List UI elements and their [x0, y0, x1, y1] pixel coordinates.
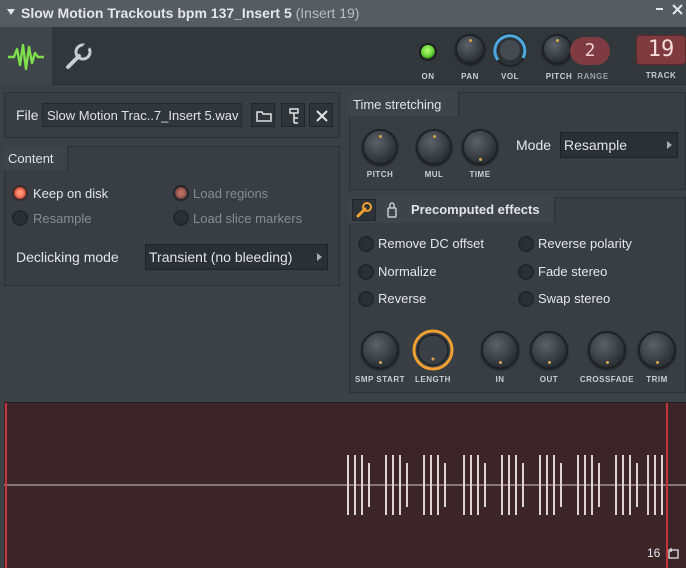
mode-label: Mode [516, 137, 552, 153]
lock-icon[interactable] [386, 201, 398, 222]
stretch-mul-label: MUL [424, 170, 444, 179]
fade-out-label: OUT [539, 375, 559, 384]
pitch-label: PITCH [545, 72, 573, 81]
stretch-time-knob[interactable] [462, 129, 498, 165]
declicking-value: Transient (no bleeding) [149, 249, 293, 265]
zoom-fit-icon[interactable] [667, 546, 681, 563]
normalize-label: Normalize [378, 264, 437, 279]
window-menu-icon[interactable] [5, 6, 17, 21]
close-icon [316, 110, 328, 122]
smp-start-label: SMP START [355, 375, 405, 384]
track-number-display[interactable]: 19 [636, 35, 686, 65]
reverse-polarity-label: Reverse polarity [538, 236, 632, 251]
length-knob[interactable] [412, 329, 454, 371]
pitch-knob[interactable] [542, 34, 572, 64]
stretch-pitch-label: PITCH [366, 170, 394, 179]
waveform-graph [4, 403, 686, 568]
smp-start-knob[interactable] [361, 331, 399, 369]
folder-icon [256, 111, 272, 122]
volume-ring-icon [493, 33, 527, 67]
tree-icon [289, 108, 299, 124]
tab-sample[interactable] [0, 27, 52, 85]
crossfade-knob[interactable] [588, 331, 626, 369]
pan-label: PAN [461, 72, 479, 81]
content-title: Content [8, 151, 54, 166]
window-subtitle: (Insert 19) [295, 5, 360, 21]
time-stretching-title: Time stretching [353, 97, 442, 112]
on-label: ON [421, 72, 435, 81]
tab-tools[interactable] [52, 27, 104, 85]
channel-on-led[interactable] [419, 43, 437, 61]
waveform-display[interactable]: 16 [4, 402, 686, 568]
effects-wrench-button[interactable] [352, 199, 376, 221]
pan-knob[interactable] [455, 34, 485, 64]
select-arrow-icon [667, 141, 672, 149]
length-label: LENGTH [415, 375, 451, 384]
fade-in-label: IN [495, 375, 505, 384]
normalize-toggle[interactable] [358, 264, 374, 280]
remove-dc-offset-toggle[interactable] [358, 236, 374, 252]
zoom-readout[interactable]: 16 [647, 546, 660, 560]
clear-file-button[interactable] [309, 103, 333, 127]
resample-radio[interactable] [12, 210, 28, 226]
reverse-polarity-toggle[interactable] [518, 236, 534, 252]
open-file-button[interactable] [251, 103, 275, 127]
declicking-label: Declicking mode [16, 249, 119, 265]
load-regions-label: Load regions [193, 186, 269, 201]
remove-dc-offset-label: Remove DC offset [378, 236, 484, 251]
load-slice-markers-radio[interactable] [173, 210, 189, 226]
track-label: TRACK [645, 71, 677, 80]
wrench-icon [356, 202, 372, 218]
window-title: Slow Motion Trackouts bpm 137_Insert 5 (… [21, 5, 359, 21]
reverse-label: Reverse [378, 291, 427, 306]
trim-label: TRIM [646, 375, 668, 384]
swap-stereo-label: Swap stereo [538, 291, 611, 306]
declicking-mode-select[interactable]: Transient (no bleeding) [145, 244, 328, 270]
waveform-icon [8, 43, 44, 71]
load-regions-radio[interactable] [173, 185, 189, 201]
file-path-text: Slow Motion Trac..7_Insert 5.wav [47, 108, 239, 123]
swap-stereo-toggle[interactable] [518, 291, 534, 307]
mode-value: Resample [564, 137, 628, 153]
range-value: 2 [584, 40, 596, 61]
resample-label: Resample [33, 211, 92, 226]
stretch-mode-select[interactable]: Resample [560, 132, 678, 158]
wrench-icon [66, 42, 92, 69]
file-path-field[interactable]: Slow Motion Trac..7_Insert 5.wav [42, 103, 242, 127]
range-label: RANGE [577, 72, 609, 81]
fade-stereo-toggle[interactable] [518, 264, 534, 280]
reverse-toggle[interactable] [358, 291, 374, 307]
stretch-mul-knob[interactable] [416, 129, 452, 165]
volume-knob[interactable] [492, 32, 528, 68]
browse-file-button[interactable] [281, 103, 305, 127]
fade-stereo-label: Fade stereo [538, 264, 608, 279]
length-ring-icon [412, 329, 454, 371]
zoom-value: 16 [647, 546, 661, 560]
vol-label: VOL [501, 72, 519, 81]
file-label: File [16, 107, 39, 123]
precomputed-effects-title: Precomputed effects [411, 202, 540, 217]
stretch-pitch-knob[interactable] [362, 129, 398, 165]
keep-on-disk-radio[interactable] [12, 185, 28, 201]
crossfade-label: CROSSFADE [579, 375, 635, 384]
trim-knob[interactable] [638, 331, 676, 369]
fade-out-knob[interactable] [530, 331, 568, 369]
load-slice-markers-label: Load slice markers [193, 211, 303, 226]
track-value: 19 [647, 37, 675, 62]
stretch-time-label: TIME [469, 170, 491, 179]
keep-on-disk-label: Keep on disk [33, 186, 109, 201]
fade-in-knob[interactable] [481, 331, 519, 369]
window-title-text: Slow Motion Trackouts bpm 137_Insert 5 [21, 5, 292, 21]
minimize-icon[interactable] [654, 2, 666, 21]
pitch-range-display[interactable]: 2 [570, 37, 610, 65]
close-icon[interactable] [671, 2, 685, 21]
select-arrow-icon [317, 253, 322, 261]
